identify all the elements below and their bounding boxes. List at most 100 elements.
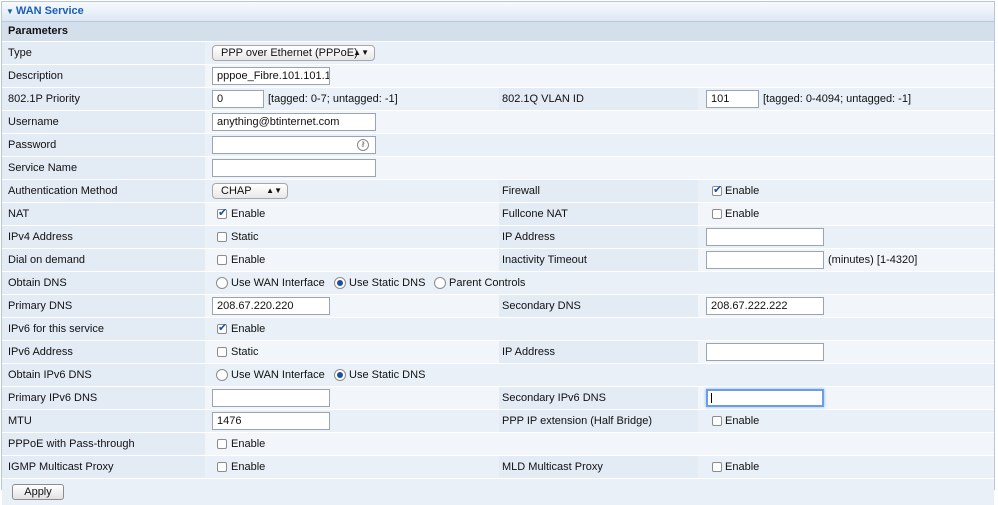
ipv6-service-label: IPv6 for this service <box>8 323 104 335</box>
select-arrows-icon: ▲▼ <box>266 186 282 195</box>
vlan-input[interactable]: 101 <box>706 90 759 108</box>
mld-label: MLD Multicast Proxy <box>502 461 603 473</box>
row-obtain-ipv6-dns: Obtain IPv6 DNS Use WAN Interface Use St… <box>2 364 994 387</box>
row-ipv6-dns: Primary IPv6 DNS Secondary IPv6 DNS <box>2 387 994 410</box>
description-input[interactable]: pppoe_Fibre.101.101.10 <box>212 67 330 85</box>
wan-service-panel: ▼ WAN Service Parameters Type PPP over Et… <box>1 1 995 505</box>
row-type: Type PPP over Ethernet (PPPoE) ▲▼ <box>2 42 994 65</box>
type-select-value: PPP over Ethernet (PPPoE) <box>221 47 358 59</box>
row-description: Description pppoe_Fibre.101.101.10 <box>2 65 994 88</box>
text-cursor <box>711 393 712 403</box>
auth-select-value: CHAP <box>221 185 252 197</box>
row-obtain-dns: Obtain DNS Use WAN Interface Use Static … <box>2 272 994 295</box>
auth-select[interactable]: CHAP ▲▼ <box>212 183 288 199</box>
ipv6-ip-label: IP Address <box>502 346 555 358</box>
fullcone-checkbox[interactable] <box>712 209 722 219</box>
description-label: Description <box>8 70 64 82</box>
row-dial: Dial on demand Enable Inactivity Timeout… <box>2 249 994 272</box>
username-input[interactable]: anything@btinternet.com <box>212 113 376 131</box>
service-name-label: Service Name <box>8 162 78 174</box>
dns-radio-parent-label: Parent Controls <box>449 277 526 289</box>
ipv6-dns-radio-wan-label: Use WAN Interface <box>231 369 325 381</box>
mld-option: Enable <box>725 461 760 473</box>
inactivity-input[interactable] <box>706 251 824 269</box>
select-arrows-icon: ▲▼ <box>353 48 369 57</box>
panel-title: WAN Service <box>15 5 84 17</box>
dns-radio-wan[interactable] <box>216 277 228 289</box>
row-ipv6-service: IPv6 for this service Enable <box>2 318 994 341</box>
row-multicast: IGMP Multicast Proxy Enable MLD Multicas… <box>2 456 994 479</box>
secondary-dns-input[interactable]: 208.67.222.222 <box>706 297 824 315</box>
mtu-input[interactable]: 1476 <box>212 412 330 430</box>
fullcone-option: Enable <box>725 208 760 220</box>
obtain-dns-label: Obtain DNS <box>8 277 67 289</box>
dns-radio-wan-label: Use WAN Interface <box>231 277 325 289</box>
row-auth-firewall: Authentication Method CHAP ▲▼ Firewall E… <box>2 180 994 203</box>
dial-checkbox[interactable] <box>217 255 227 265</box>
service-name-input[interactable] <box>212 159 376 177</box>
priority-label: 802.1P Priority <box>8 93 80 105</box>
dns-radio-static[interactable] <box>334 277 346 289</box>
igmp-option: Enable <box>231 461 266 473</box>
row-username: Username anything@btinternet.com <box>2 111 994 134</box>
collapse-triangle-icon[interactable]: ▼ <box>6 7 14 16</box>
type-label: Type <box>8 47 32 59</box>
row-mtu: MTU 1476 PPP IP extension (Half Bridge) … <box>2 410 994 433</box>
ppp-ext-label: PPP IP extension (Half Bridge) <box>502 415 653 427</box>
primary-ipv6-dns-input[interactable] <box>212 389 330 407</box>
ipv6-service-option: Enable <box>231 323 266 335</box>
ipv6-service-checkbox[interactable] <box>217 321 227 334</box>
inactivity-label: Inactivity Timeout <box>502 254 587 266</box>
nat-checkbox[interactable] <box>217 206 227 219</box>
vlan-label: 802.1Q VLAN ID <box>502 93 584 105</box>
primary-ipv6-dns-label: Primary IPv6 DNS <box>8 392 98 404</box>
row-nat: NAT Enable Fullcone NAT Enable <box>2 203 994 226</box>
ipv6-ip-input[interactable] <box>706 343 824 361</box>
passthrough-label: PPPoE with Pass-through <box>8 438 135 450</box>
row-passthrough: PPPoE with Pass-through Enable <box>2 433 994 456</box>
ppp-ext-option: Enable <box>725 415 760 427</box>
ppp-ext-checkbox[interactable] <box>712 416 722 426</box>
row-priority-vlan: 802.1P Priority 0 [tagged: 0-7; untagged… <box>2 88 994 111</box>
ip-address-label: IP Address <box>502 231 555 243</box>
ipv6-static-checkbox[interactable] <box>217 347 227 357</box>
obtain-ipv6-dns-label: Obtain IPv6 DNS <box>8 369 92 381</box>
firewall-label: Firewall <box>502 185 540 197</box>
ipv6-static-option: Static <box>231 346 259 358</box>
username-label: Username <box>8 116 59 128</box>
firewall-checkbox[interactable] <box>712 183 722 196</box>
priority-hint: [tagged: 0-7; untagged: -1] <box>268 93 398 105</box>
apply-button[interactable]: Apply <box>12 484 64 500</box>
dial-option: Enable <box>231 254 266 266</box>
row-password: Password ⚷ <box>2 134 994 157</box>
dial-label: Dial on demand <box>8 254 86 266</box>
mld-checkbox[interactable] <box>712 462 722 472</box>
ip-address-input[interactable] <box>706 228 824 246</box>
ipv4-static-checkbox[interactable] <box>217 232 227 242</box>
password-label: Password <box>8 139 57 151</box>
ipv4-label: IPv4 Address <box>8 231 73 243</box>
row-ipv4: IPv4 Address Static IP Address <box>2 226 994 249</box>
auth-label: Authentication Method <box>8 185 118 197</box>
passthrough-checkbox[interactable] <box>217 439 227 449</box>
ipv6-dns-radio-static[interactable] <box>334 369 346 381</box>
igmp-checkbox[interactable] <box>217 462 227 472</box>
type-select[interactable]: PPP over Ethernet (PPPoE) ▲▼ <box>212 45 375 61</box>
password-input[interactable]: ⚷ <box>212 136 376 154</box>
ipv6-dns-radio-static-label: Use Static DNS <box>349 369 426 381</box>
ipv6-dns-radio-wan[interactable] <box>216 369 228 381</box>
fullcone-label: Fullcone NAT <box>502 208 568 220</box>
inactivity-hint: (minutes) [1-4320] <box>828 254 918 266</box>
dns-radio-parent[interactable] <box>434 277 446 289</box>
panel-header[interactable]: ▼ WAN Service <box>2 2 994 22</box>
password-key-icon[interactable]: ⚷ <box>357 139 369 151</box>
row-dns: Primary DNS 208.67.220.220 Secondary DNS… <box>2 295 994 318</box>
secondary-ipv6-dns-input[interactable] <box>706 389 824 407</box>
priority-input[interactable]: 0 <box>212 90 264 108</box>
igmp-label: IGMP Multicast Proxy <box>8 461 114 473</box>
primary-dns-input[interactable]: 208.67.220.220 <box>212 297 330 315</box>
ipv4-static-option: Static <box>231 231 259 243</box>
row-service-name: Service Name <box>2 157 994 180</box>
section-title: Parameters <box>2 22 994 42</box>
passthrough-option: Enable <box>231 438 266 450</box>
